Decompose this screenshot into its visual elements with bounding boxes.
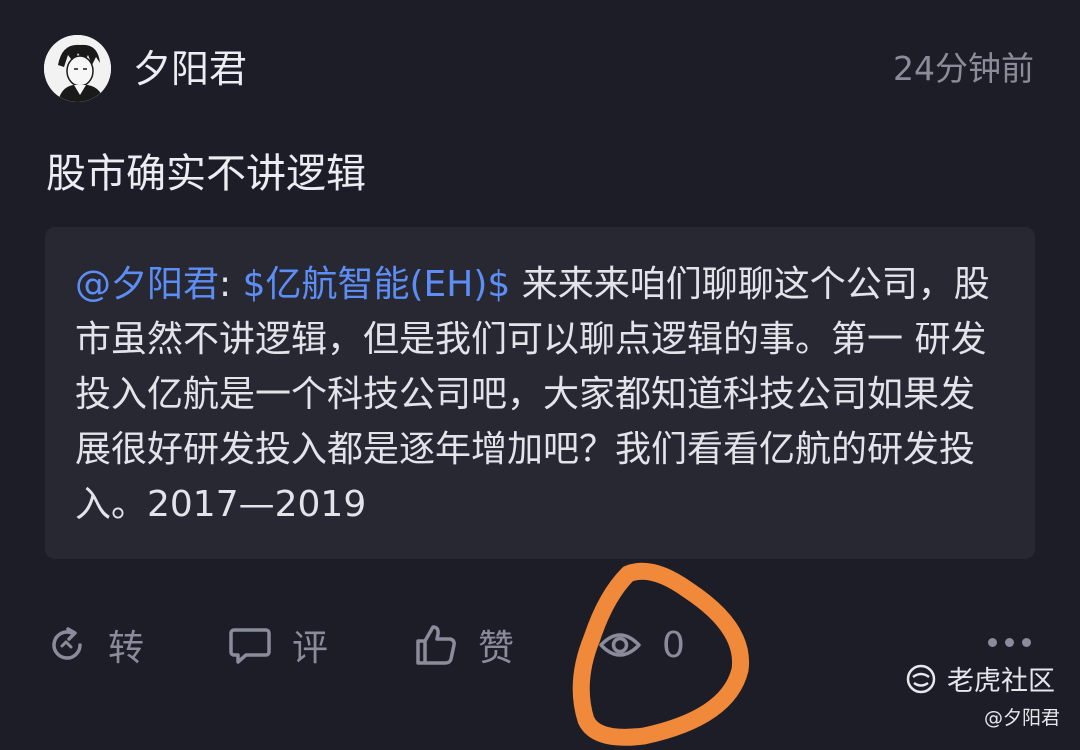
post-timestamp: 24分钟前 bbox=[893, 49, 1034, 88]
avatar[interactable] bbox=[44, 35, 111, 102]
like-label: 赞 bbox=[478, 628, 515, 669]
comment-button[interactable]: 评 bbox=[228, 610, 328, 680]
mention-colon: : bbox=[219, 264, 232, 305]
eye-icon bbox=[599, 633, 641, 657]
repost-label: 转 bbox=[108, 628, 145, 669]
post-text: 股市确实不讲逻辑 bbox=[46, 151, 366, 197]
like-button[interactable]: 赞 bbox=[414, 610, 514, 680]
avatar-image bbox=[44, 35, 111, 102]
watermark-user: @夕阳君 bbox=[983, 707, 1060, 729]
more-dot-icon bbox=[1005, 638, 1014, 647]
thumbs-up-icon bbox=[416, 625, 456, 665]
tiger-logo-icon bbox=[906, 664, 936, 693]
views-count: 0 bbox=[662, 624, 685, 666]
quoted-post-text: @夕阳君: $亿航智能(EH)$ 来来来咱们聊聊这个公司，股市虽然不讲逻辑，但是… bbox=[75, 257, 1005, 532]
more-dot-icon bbox=[988, 638, 997, 647]
mention-link[interactable]: @夕阳君 bbox=[75, 264, 219, 305]
comment-label: 评 bbox=[292, 628, 329, 669]
comment-icon bbox=[229, 628, 271, 664]
repost-icon bbox=[52, 627, 82, 660]
repost-button[interactable]: 转 bbox=[46, 610, 144, 680]
views-indicator: 0 bbox=[598, 610, 685, 680]
watermark-brand: 老虎社区 bbox=[905, 659, 1055, 698]
quoted-post[interactable]: @夕阳君: $亿航智能(EH)$ 来来来咱们聊聊这个公司，股市虽然不讲逻辑，但是… bbox=[45, 227, 1035, 559]
stock-tag-link[interactable]: $亿航智能(EH)$ bbox=[243, 264, 511, 305]
more-dot-icon bbox=[1022, 638, 1031, 647]
author-name[interactable]: 夕阳君 bbox=[133, 44, 247, 94]
more-options-button[interactable] bbox=[988, 638, 1031, 647]
watermark-brand-text: 老虎社区 bbox=[947, 666, 1055, 697]
